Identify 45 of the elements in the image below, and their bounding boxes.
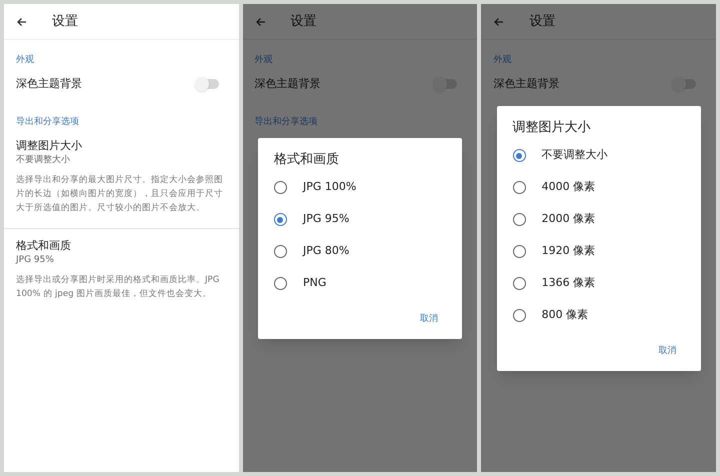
- setting-summary: 不要调整大小: [16, 154, 71, 166]
- setting-summary: JPG 95%: [16, 254, 55, 266]
- radio-button[interactable]: [512, 181, 526, 194]
- radio-button[interactable]: [274, 277, 287, 290]
- radio-button[interactable]: [512, 213, 526, 226]
- setting-label: 深色主题背景: [493, 76, 560, 92]
- radio-button[interactable]: [512, 149, 526, 162]
- option-label[interactable]: 不要调整大小: [542, 147, 608, 164]
- back-arrow-icon[interactable]: [16, 16, 28, 28]
- page-title: 设置: [290, 12, 317, 31]
- setting-description: 选择导出和分享的最大图片尺寸。指定大小会参照图片的长边（如横向图片的宽度），且只会应用于尺寸大于所选值的图片。尺寸较小的图片不会放大。: [16, 174, 224, 215]
- option-label[interactable]: JPG 100%: [302, 179, 356, 196]
- cancel-button[interactable]: 取消: [412, 308, 446, 328]
- section-header: 外观: [16, 55, 34, 65]
- dialog-title: 调整图片大小: [512, 120, 592, 136]
- radio-button[interactable]: [512, 277, 526, 290]
- option-label[interactable]: 1920 像素: [542, 243, 596, 260]
- section-header: 外观: [254, 55, 273, 65]
- setting-title[interactable]: 调整图片大小: [16, 139, 227, 153]
- toggle-switch[interactable]: [435, 79, 458, 89]
- option-label[interactable]: 4000 像素: [542, 179, 596, 196]
- option-label[interactable]: 2000 像素: [542, 211, 596, 228]
- option-label[interactable]: JPG 80%: [302, 243, 350, 260]
- toggle-switch[interactable]: [196, 79, 219, 89]
- setting-description: 选择导出或分享图片时采用的格式和画质比率。JPG 100% 的 jpeg 图片画质最佳，但文件也会变大。: [16, 274, 220, 301]
- setting-label: 深色主题背景: [16, 76, 82, 92]
- toggle-switch[interactable]: [674, 79, 696, 89]
- setting-title[interactable]: 格式和画质: [16, 239, 227, 253]
- option-label[interactable]: PNG: [302, 275, 326, 292]
- dialog-title: 格式和画质: [272, 152, 340, 168]
- page-title: 设置: [52, 12, 78, 31]
- section-header: 导出和分享选项: [16, 117, 79, 127]
- option-label[interactable]: JPG 95%: [302, 211, 350, 228]
- radio-button[interactable]: [512, 309, 526, 322]
- option-label[interactable]: 800 像素: [542, 307, 588, 324]
- page-title: 设置: [529, 12, 556, 31]
- setting-label: 深色主题背景: [254, 76, 321, 92]
- cancel-button[interactable]: 取消: [650, 340, 685, 360]
- option-label[interactable]: 1366 像素: [542, 275, 596, 292]
- radio-button[interactable]: [512, 245, 526, 258]
- section-header: 外观: [493, 55, 512, 65]
- radio-button[interactable]: [274, 213, 287, 226]
- radio-button[interactable]: [274, 245, 287, 258]
- section-header: 导出和分享选项: [254, 117, 318, 127]
- radio-button[interactable]: [274, 181, 287, 194]
